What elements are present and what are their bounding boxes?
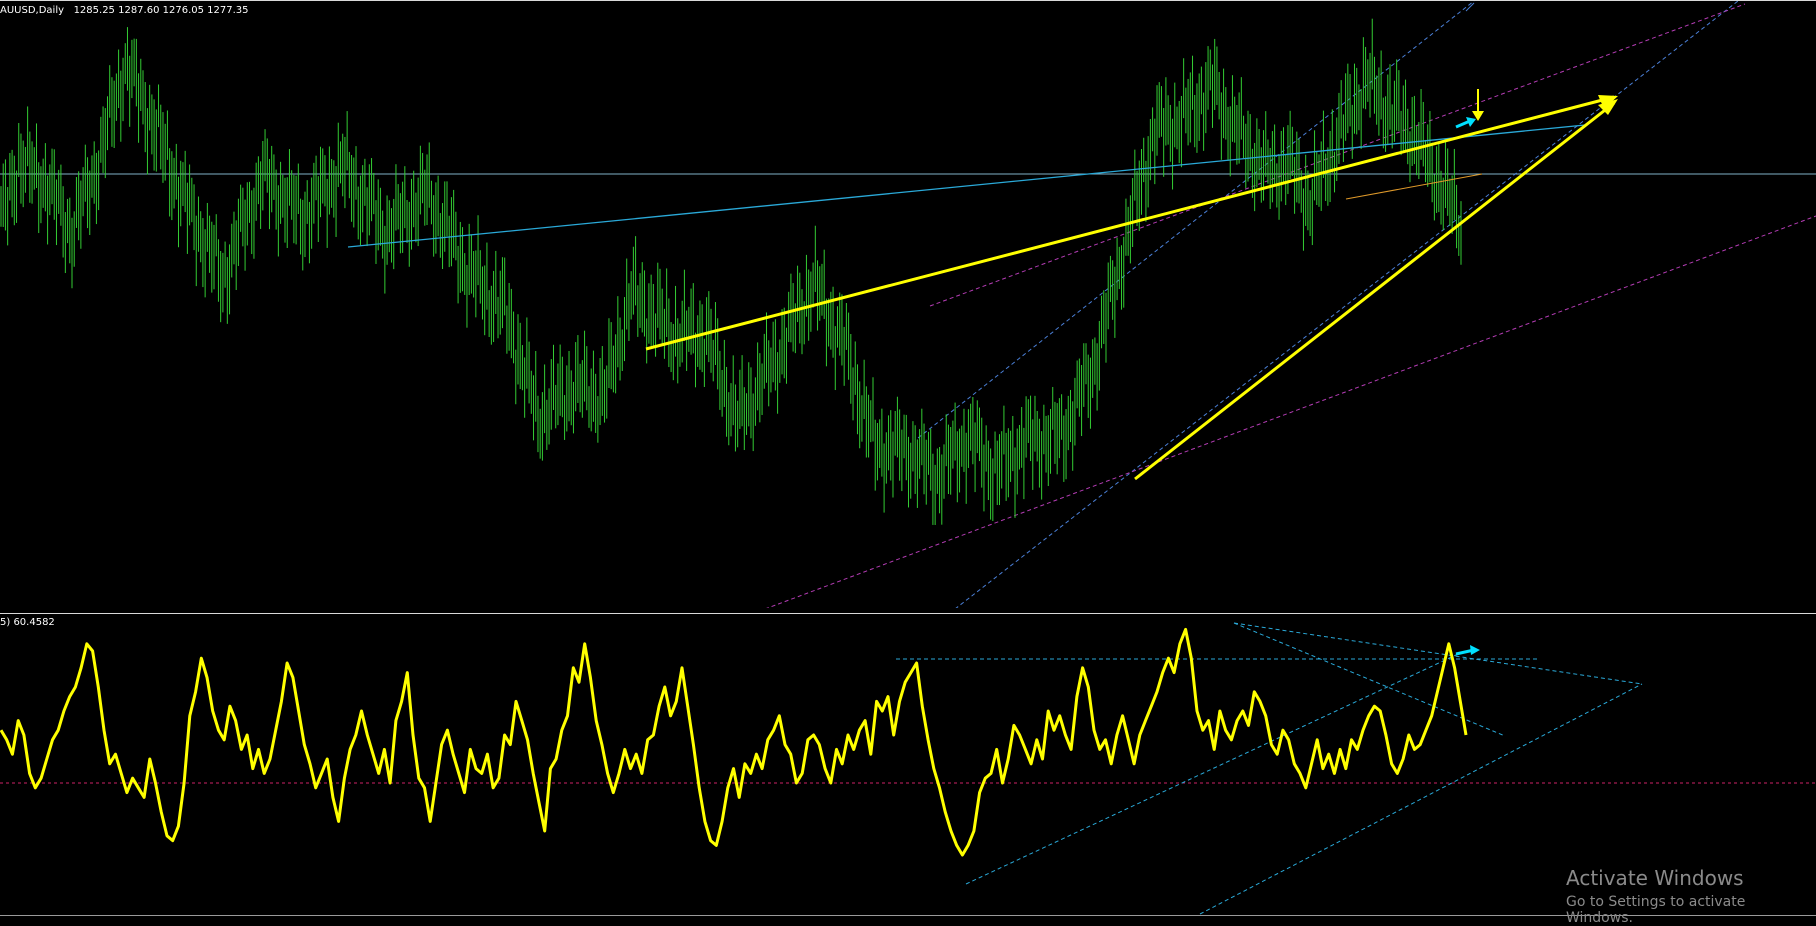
oscillator-svg[interactable] xyxy=(0,614,1816,916)
indicator-label: 5) 60.4582 xyxy=(0,617,55,628)
ohlc-values: 1285.25 1287.60 1276.05 1277.35 xyxy=(73,5,249,16)
dashed-channel-line xyxy=(764,215,1816,609)
time-axis xyxy=(0,915,1816,919)
cyan-arrow-marker xyxy=(1455,119,1471,129)
dashed-channel-line xyxy=(929,3,1746,307)
oscillator-pane[interactable] xyxy=(0,613,1816,915)
dashed-channel-line xyxy=(954,1,1739,609)
price-chart-svg[interactable] xyxy=(0,1,1816,609)
ohlc-bars xyxy=(0,18,1462,525)
watermark-subtitle: Go to Settings to activate Windows. xyxy=(1566,894,1746,926)
trendline-orange xyxy=(1345,173,1483,200)
dashed-channel-line xyxy=(917,1,1475,439)
oscillator-channel-line xyxy=(965,653,1459,885)
symbol-header: AUUSD,Daily 1285.25 1287.60 1276.05 1277… xyxy=(0,5,249,16)
price-chart-pane[interactable] xyxy=(0,0,1816,609)
trendline-blue xyxy=(347,124,1586,248)
activate-windows-watermark: Activate Windows Go to Settings to activ… xyxy=(1566,866,1816,926)
watermark-title: Activate Windows xyxy=(1566,866,1744,890)
cyan-arrow-marker xyxy=(1470,645,1480,655)
symbol-label: AUUSD,Daily xyxy=(0,5,65,16)
oscillator-line xyxy=(0,627,1468,857)
oscillator-channel-line xyxy=(1233,622,1643,685)
resistance-trendline xyxy=(645,95,1615,351)
